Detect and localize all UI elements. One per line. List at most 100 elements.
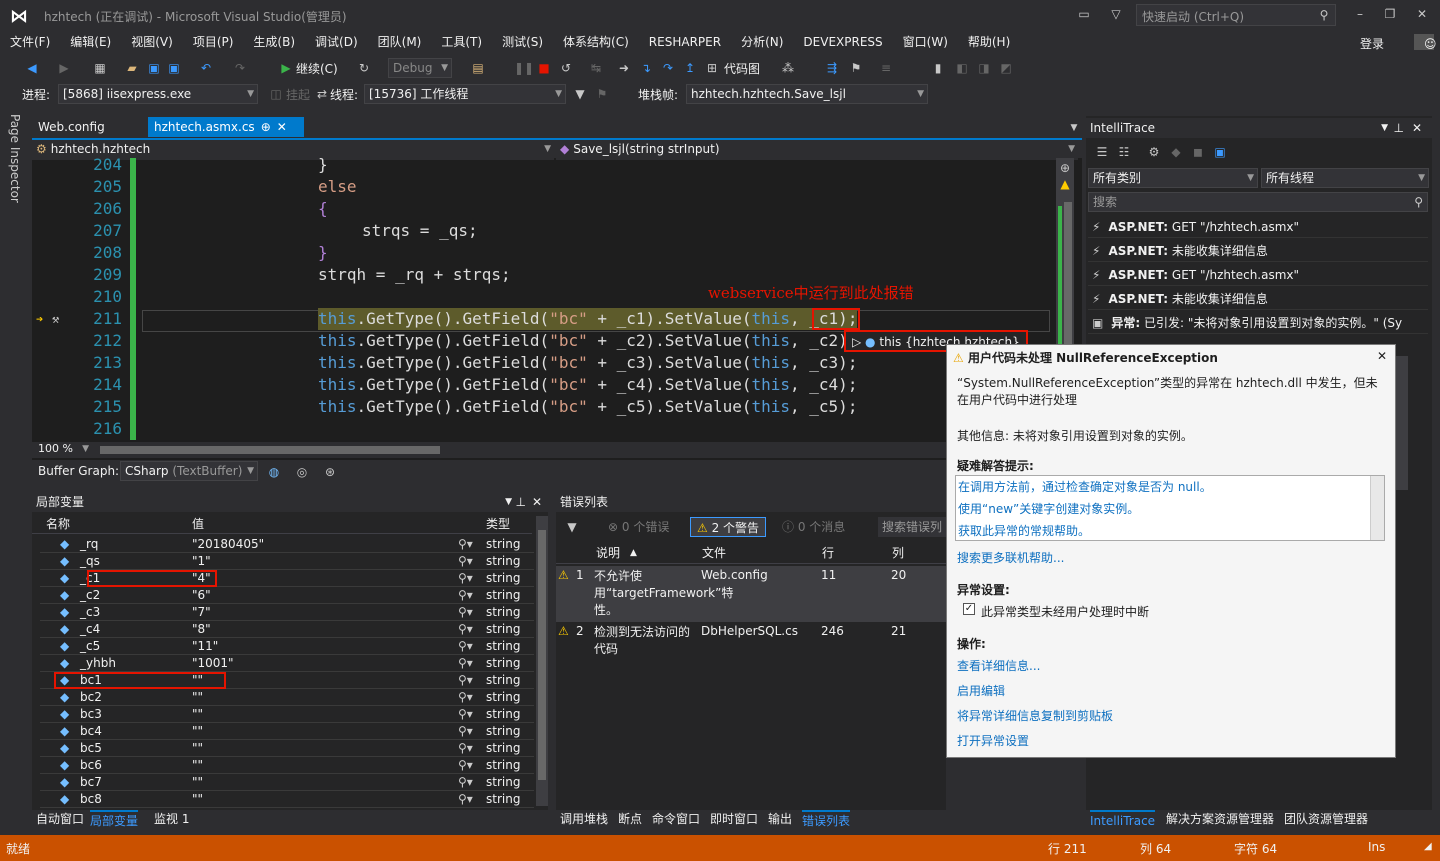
locals-row[interactable]: ◆ _c3 "7" ⚲▾ string [40,604,534,621]
close-icon[interactable]: ✕ [532,492,542,512]
graph-copy-icon[interactable]: ◎ [294,464,310,480]
close-icon[interactable]: ✕ [1412,118,1422,138]
local-value[interactable]: "" [192,706,203,723]
local-value[interactable]: "" [192,689,203,706]
save-icon[interactable]: ▣ [1212,144,1228,160]
local-value[interactable]: "1001" [192,655,234,672]
comment-icon[interactable]: ≡ [878,60,894,76]
locals-row[interactable]: ◆ bc7 "" ⚲▾ string [40,774,534,791]
config-combo[interactable]: Debug ▼ [388,58,452,78]
locals-scrollbar[interactable] [536,516,548,806]
magnifier-icon[interactable]: ⚲▾ [458,723,473,740]
save-all-icon[interactable]: ▣ [166,60,182,76]
minimize-icon[interactable]: – [1352,6,1368,22]
locals-row[interactable]: ◆ bc4 "" ⚲▾ string [40,723,534,740]
warnings-filter-button[interactable]: ⚠ 2 个警告 [690,517,767,537]
step-over-icon[interactable]: ↷ [660,60,676,76]
funnel-icon[interactable]: ▼ [564,519,580,535]
stop-record-icon[interactable]: ◆ [1168,144,1184,160]
open-settings-link[interactable]: 打开异常设置 [957,732,1029,749]
buffer-combo[interactable]: CSharp (TextBuffer) ▼ [120,461,258,481]
hex-icon[interactable]: ⁂ [780,60,796,76]
codemap-icon[interactable]: ⊞ [704,60,720,76]
tips-scrollbar[interactable] [1370,476,1384,540]
close-icon[interactable]: ✕ [1377,349,1387,363]
tab-output[interactable]: 输出 [768,810,792,828]
graph-icon[interactable]: ◍ [266,464,282,480]
login-link[interactable]: 登录 [1350,34,1394,54]
magnifier-icon[interactable]: ⚲▾ [458,757,473,774]
category-combo[interactable]: 所有类别 ▼ [1088,168,1258,188]
magnifier-icon[interactable]: ⚲▾ [458,604,473,621]
chevron-down-icon[interactable]: ▼ [505,492,512,512]
browser-icon[interactable]: ▤ [470,60,486,76]
messages-filter-button[interactable]: ⓘ 0 个消息 [778,517,849,537]
magnifier-icon[interactable]: ⚲▾ [458,655,473,672]
menu-architecture[interactable]: 体系结构(C) [553,32,639,52]
graph-refresh-icon[interactable]: ⊛ [322,464,338,480]
restore-icon[interactable]: ❐ [1382,6,1398,22]
local-value[interactable]: "1" [192,553,211,570]
feedback-icon[interactable]: ▭ [1076,6,1092,22]
locals-row[interactable]: ◆ _c4 "8" ⚲▾ string [40,621,534,638]
local-value[interactable]: "" [192,723,203,740]
locals-row[interactable]: ◆ _c2 "6" ⚲▾ string [40,587,534,604]
intellitrace-search[interactable]: 搜索 ⚲ [1088,192,1428,212]
close-tab-icon[interactable]: ✕ [277,120,287,134]
expand-icon[interactable]: ▷ [852,335,865,349]
open-icon[interactable]: ▰ [124,60,140,76]
tab-solution-explorer[interactable]: 解决方案资源管理器 [1166,810,1274,828]
local-value[interactable]: "" [192,791,203,808]
local-value[interactable]: "" [192,740,203,757]
intellitrace-event[interactable]: ⚡ ASP.NET: 未能收集详细信息 [1088,288,1428,310]
tab-intellitrace[interactable]: IntelliTrace [1090,810,1156,830]
class-nav-combo[interactable]: ⚙ hzhtech.hzhtech ▼ [32,140,554,160]
member-nav-combo[interactable]: ◆ Save_lsjl(string strInput) ▼ [556,140,1078,160]
magnifier-icon[interactable]: ⚲▾ [458,570,473,587]
tab-breakpoints[interactable]: 断点 [618,810,642,828]
zoom-combo[interactable]: 100 % ▼ [34,442,92,458]
locals-row[interactable]: ◆ _qs "1" ⚲▾ string [40,553,534,570]
suspend-icon[interactable]: ◫ [268,86,284,102]
menu-tools[interactable]: 工具(T) [431,32,492,52]
chevron-down-icon[interactable]: ▼ [1381,118,1388,138]
refresh-icon[interactable]: ↻ [356,60,372,76]
magnifier-icon[interactable]: ⚲▾ [458,621,473,638]
magnifier-icon[interactable]: ⚲▾ [458,672,473,689]
quick-launch[interactable]: 快速启动 (Ctrl+Q) ⚲ [1136,4,1336,26]
locals-row[interactable]: ◆ bc2 "" ⚲▾ string [40,689,534,706]
errorlist-search[interactable]: 搜索错误列 [878,517,946,537]
tab-error-list[interactable]: 错误列表 [802,810,851,830]
menu-build[interactable]: 生成(B) [243,32,305,52]
tab-callstack[interactable]: 调用堆栈 [560,810,608,828]
menu-edit[interactable]: 编辑(E) [60,32,121,52]
menu-devexpress[interactable]: DEVEXPRESS [793,32,892,52]
menu-project[interactable]: 项目(P) [183,32,244,52]
menu-help[interactable]: 帮助(H) [958,32,1020,52]
show-next-icon[interactable]: ↹ [588,60,604,76]
bookmark-clear-icon[interactable]: ◩ [998,60,1014,76]
intellitrace-event[interactable]: ⚡ ASP.NET: 未能收集详细信息 [1088,240,1428,262]
thread-combo[interactable]: [15736] 工作线程 ▼ [364,84,566,104]
back-icon[interactable]: ◀ [24,60,40,76]
redo-icon[interactable]: ↷ [232,60,248,76]
save-icon[interactable]: ▣ [146,60,162,76]
new-item-icon[interactable]: ▦ [92,60,108,76]
menu-resharper[interactable]: RESHARPER [639,32,731,52]
stack-combo[interactable]: hzhtech.hzhtech.Save_lsjl ▼ [686,84,928,104]
tip-link[interactable]: 获取此异常的常规帮助。 [958,522,1090,539]
thread-filter-combo[interactable]: 所有线程 ▼ [1261,168,1429,188]
break-checkbox[interactable]: ✓ [963,603,975,615]
copy-detail-link[interactable]: 将异常详细信息复制到剪贴板 [957,707,1113,724]
local-value[interactable]: "11" [192,638,218,655]
undo-icon[interactable]: ↶ [198,60,214,76]
intellitrace-event[interactable]: ⚡ ASP.NET: GET "/hzhtech.asmx" [1088,216,1428,238]
locals-row[interactable]: ◆ _c5 "11" ⚲▾ string [40,638,534,655]
magnifier-icon[interactable]: ⚲▾ [458,587,473,604]
menu-test[interactable]: 测试(S) [492,32,553,52]
step-out-icon[interactable]: ↥ [682,60,698,76]
magnifier-icon[interactable]: ⚲▾ [458,536,473,553]
step-into-icon[interactable]: ↴ [638,60,654,76]
view-detail-link[interactable]: 查看详细信息... [957,657,1040,674]
magnifier-icon[interactable]: ⚲▾ [458,740,473,757]
